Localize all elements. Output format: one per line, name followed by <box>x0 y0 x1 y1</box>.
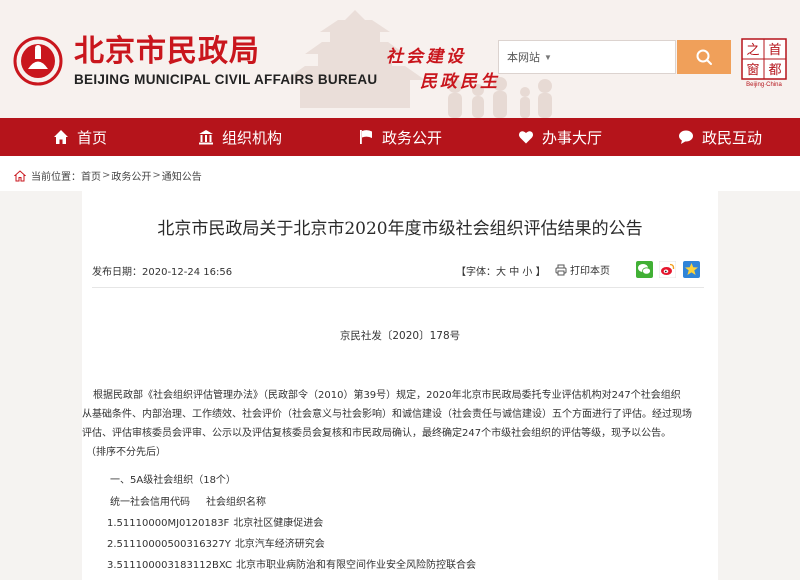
org-list-item: 2.51110000500316327Y 北京汽车经济研究会 <box>107 535 325 550</box>
nav-label: 政务公开 <box>381 128 442 147</box>
column-code-header: 统一社会信用代码 <box>110 497 190 508</box>
column-name-header: 社会组织名称 <box>206 497 266 508</box>
org-list-item: 3.511100003183112BXC 北京市职业病防治和有限空间作业安全风险防… <box>107 556 476 571</box>
flag-icon <box>359 130 372 144</box>
org-table-header: 统一社会信用代码 社会组织名称 <box>110 493 266 508</box>
font-small-link[interactable]: 小 <box>522 267 532 278</box>
printer-icon <box>555 264 567 275</box>
svg-text:Beijing·China: Beijing·China <box>746 82 782 88</box>
font-large-link[interactable]: 大 <box>496 267 506 278</box>
font-size-control: 【字体：大 中 小 】 <box>456 263 546 278</box>
document-number: 京民社发〔2020〕178号 <box>339 330 461 342</box>
nav-item-home[interactable]: 首页 <box>0 118 160 156</box>
qzone-icon[interactable] <box>683 261 700 278</box>
breadcrumb-government-affairs[interactable]: 政务公开 <box>111 168 151 183</box>
paragraph-line: （排序不分先后） <box>86 447 166 458</box>
nav-item-organization[interactable]: 组织机构 <box>160 118 320 156</box>
font-size-label: 【字体： <box>456 267 496 278</box>
section-heading: 一、5A级社会组织（18个） <box>110 475 236 486</box>
breadcrumb-separator: > <box>102 170 111 181</box>
search-scope-select[interactable]: 本网站 ▼ <box>499 49 552 65</box>
org-credit-code: 1.51110000MJ0120183F <box>107 518 230 529</box>
breadcrumb: 当前位置： 首页 > 政务公开 > 通知公告 <box>14 168 202 183</box>
svg-text:窗: 窗 <box>746 62 759 78</box>
breadcrumb-label: 当前位置： <box>31 172 81 183</box>
search-button[interactable] <box>677 40 731 74</box>
paragraph-line: 评估、评估审核委员会评审、公示以及评估复核委员会复核和市民政局确认，最终确定24… <box>82 428 672 439</box>
nav-label: 组织机构 <box>221 128 282 147</box>
svg-text:之: 之 <box>746 43 759 58</box>
chat-icon <box>678 130 693 144</box>
org-name: 北京市职业病防治和有限空间作业安全风险防控联合会 <box>235 560 476 571</box>
article-paragraph: 根据民政部《社会组织评估管理办法》（民政部令（2010）第39号）规定，2020… <box>82 386 718 462</box>
heart-icon <box>518 131 534 144</box>
print-button[interactable]: 打印本页 <box>555 262 610 277</box>
bureau-emblem-logo <box>13 36 63 86</box>
search-scope-label: 本网站 <box>507 52 540 64</box>
nav-item-government-affairs[interactable]: 政务公开 <box>320 118 480 156</box>
building-icon <box>198 130 213 145</box>
nav-item-service-hall[interactable]: 办事大厅 <box>480 118 640 156</box>
nav-label: 办事大厅 <box>541 128 602 147</box>
site-header: 北京市民政局 BEIJING MUNICIPAL CIVIL AFFAIRS B… <box>0 0 800 118</box>
location-home-icon <box>14 169 26 181</box>
nav-label: 首页 <box>76 128 107 147</box>
publish-date-value: 2020-12-24 16:56 <box>142 267 233 278</box>
nav-item-interaction[interactable]: 政民互动 <box>640 118 800 156</box>
search-icon <box>696 49 712 65</box>
publish-date: 发布日期：2020-12-24 16:56 <box>92 263 232 278</box>
weibo-icon[interactable] <box>659 261 676 278</box>
svg-text:首: 首 <box>768 43 781 58</box>
font-size-bracket: 】 <box>535 267 546 278</box>
home-icon <box>53 130 68 144</box>
paragraph-line: 从基础条件、内部治理、工作绩效、社会评价（社会意义与社会影响）和诚信建设（社会责… <box>82 409 692 420</box>
site-title: 北京市民政局 <box>74 34 260 69</box>
print-label: 打印本页 <box>570 266 610 277</box>
slogan-line-1: 社会建设 <box>386 47 466 67</box>
site-subtitle: BEIJING MUNICIPAL CIVIL AFFAIRS BUREAU <box>74 72 378 87</box>
org-credit-code: 3.511100003183112BXC <box>107 560 232 571</box>
paragraph-line: 根据民政部《社会组织评估管理办法》（民政部令（2010）第39号）规定，2020… <box>93 390 681 401</box>
search-box: 本网站 ▼ <box>498 40 706 74</box>
nav-label: 政民互动 <box>701 128 762 147</box>
org-name: 北京社区健康促进会 <box>233 518 324 529</box>
capital-window-logo[interactable]: 之 首 窗 都 Beijing·China <box>741 38 787 88</box>
wechat-icon[interactable] <box>636 261 653 278</box>
svg-text:都: 都 <box>768 63 781 78</box>
org-credit-code: 2.51110000500316327Y <box>107 539 231 550</box>
font-medium-link[interactable]: 中 <box>509 267 519 278</box>
breadcrumb-notices[interactable]: 通知公告 <box>162 168 202 183</box>
main-nav: 首页 组织机构 政务公开 办事大厅 政民互动 <box>0 118 800 156</box>
publish-date-label: 发布日期： <box>92 267 142 278</box>
org-name: 北京汽车经济研究会 <box>234 539 325 550</box>
caret-down-icon: ▼ <box>544 52 552 62</box>
meta-divider <box>92 287 704 288</box>
slogan-line-2: 民政民生 <box>420 72 500 92</box>
breadcrumb-home[interactable]: 首页 <box>81 168 101 183</box>
org-list-item: 1.51110000MJ0120183F 北京社区健康促进会 <box>107 514 323 529</box>
breadcrumb-separator: > <box>152 170 161 181</box>
article-title: 北京市民政局关于北京市2020年度市级社会组织评估结果的公告 <box>157 219 643 239</box>
